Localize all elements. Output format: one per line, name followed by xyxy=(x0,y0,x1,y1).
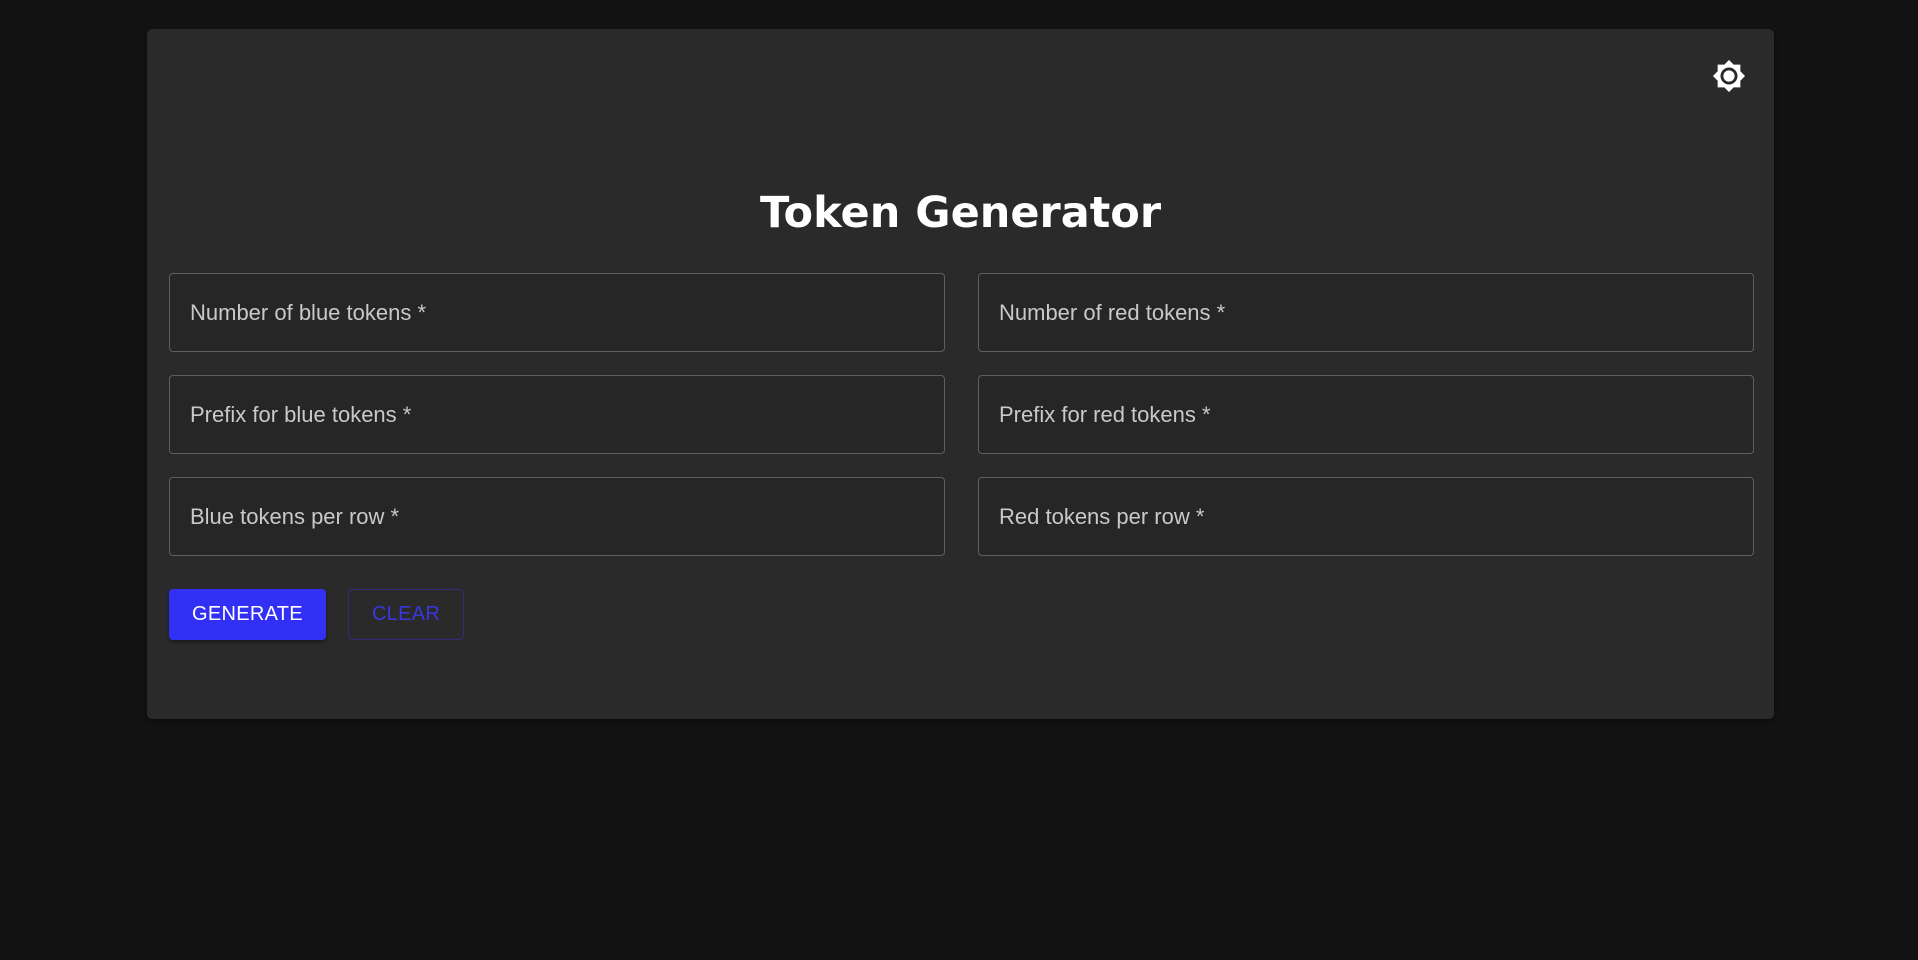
red-prefix-input[interactable] xyxy=(979,376,1753,453)
red-per-row-field[interactable] xyxy=(978,477,1754,556)
blue-prefix-input[interactable] xyxy=(170,376,944,453)
generate-button[interactable]: GENERATE xyxy=(169,589,326,640)
main-card: Token Generator GENERATE CLEAR xyxy=(147,29,1774,719)
red-count-input[interactable] xyxy=(979,274,1753,351)
token-form xyxy=(169,273,1754,556)
blue-count-input[interactable] xyxy=(170,274,944,351)
red-prefix-field[interactable] xyxy=(978,375,1754,454)
form-actions: GENERATE CLEAR xyxy=(169,589,465,640)
clear-button[interactable]: CLEAR xyxy=(347,589,465,640)
blue-count-field[interactable] xyxy=(169,273,945,352)
blue-per-row-field[interactable] xyxy=(169,477,945,556)
blue-per-row-input[interactable] xyxy=(170,478,944,555)
page-title: Token Generator xyxy=(759,188,1162,238)
blue-prefix-field[interactable] xyxy=(169,375,945,454)
brightness-icon xyxy=(1712,59,1746,96)
red-count-field[interactable] xyxy=(978,273,1754,352)
theme-toggle-button[interactable] xyxy=(1706,54,1752,100)
red-per-row-input[interactable] xyxy=(979,478,1753,555)
